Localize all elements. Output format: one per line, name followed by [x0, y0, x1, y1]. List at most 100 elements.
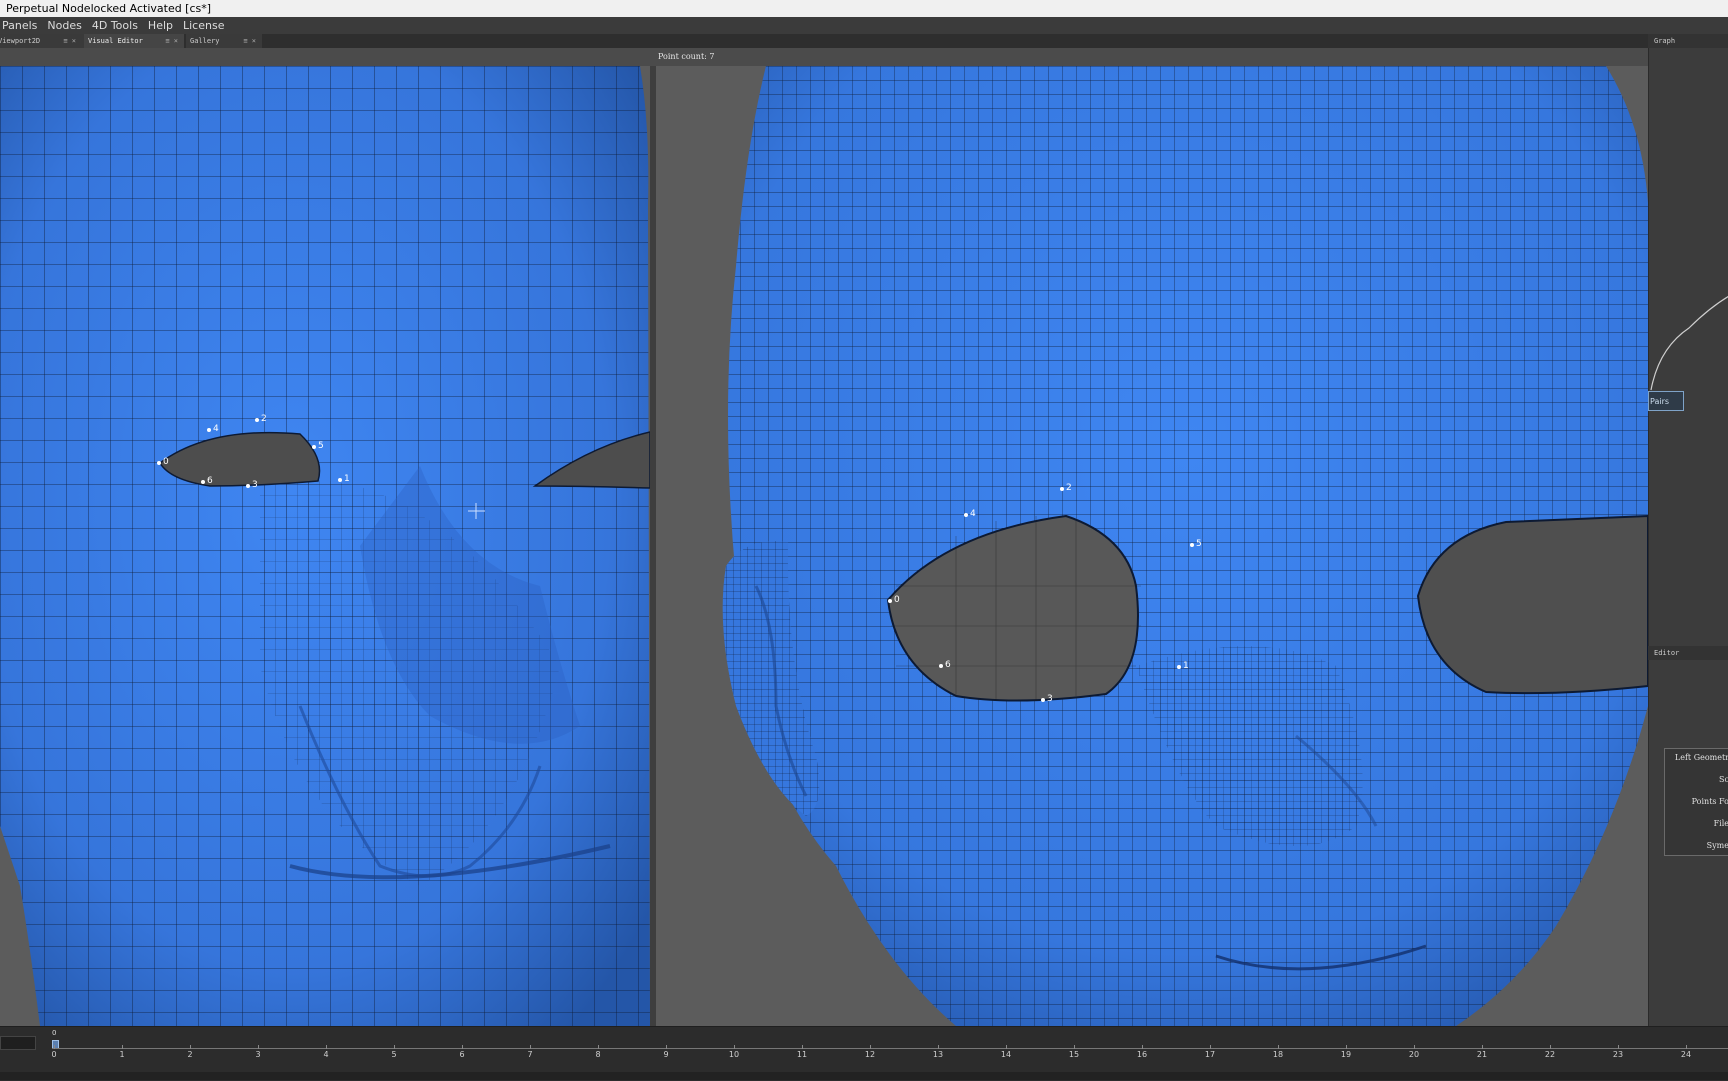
left-face-render: 0 1 2 3 4 5 6 [0, 66, 650, 1026]
landmark-1[interactable]: 1 [1183, 661, 1189, 671]
timeline-tick [1142, 1045, 1143, 1049]
timeline-tick-label: 0 [51, 1050, 57, 1059]
timeline-tick [734, 1045, 735, 1049]
timeline-tick [54, 1045, 55, 1049]
timeline-tick [870, 1045, 871, 1049]
timeline-tick [1618, 1045, 1619, 1049]
right-head-render: 0 1 2 3 4 5 6 [722, 66, 1648, 1026]
menu-license[interactable]: License [178, 17, 229, 34]
graph-panel-title: Graph [1654, 37, 1676, 45]
landmark-6[interactable]: 6 [207, 476, 213, 486]
timeline-tick-label: 3 [255, 1050, 261, 1059]
timeline-tick-label: 6 [459, 1050, 465, 1059]
landmark-4[interactable]: 4 [213, 424, 219, 434]
prop-left-geometry[interactable]: Left Geometr [1675, 753, 1728, 762]
timeline-tick-label: 18 [1272, 1050, 1284, 1059]
timeline-tick [598, 1045, 599, 1049]
tab-label: Gallery [190, 37, 220, 45]
landmark-5[interactable]: 5 [1196, 539, 1202, 549]
landmark-0[interactable]: 0 [163, 457, 169, 467]
viewport-left[interactable]: 0 1 2 3 4 5 6 [0, 66, 650, 1026]
graph-node-label: Pairs [1650, 397, 1670, 406]
frame-input[interactable] [0, 1036, 36, 1050]
timeline-tick-label: 23 [1612, 1050, 1624, 1059]
property-box: Left Geometr Sc Points Fo File Syme [1664, 748, 1728, 856]
timeline-tick [1210, 1045, 1211, 1049]
bottom-status-strip [0, 1072, 1728, 1080]
timeline-tick [394, 1045, 395, 1049]
landmark-3[interactable]: 3 [252, 480, 258, 490]
timeline-tick-label: 20 [1408, 1050, 1420, 1059]
timeline-tick-label: 19 [1340, 1050, 1352, 1059]
timeline-tick [530, 1045, 531, 1049]
graph-panel[interactable] [1648, 48, 1728, 646]
menu-help[interactable]: Help [143, 17, 178, 34]
menu-bar: Panels Nodes 4D Tools Help License [0, 17, 1728, 34]
timeline-tick-label: 13 [932, 1050, 944, 1059]
timeline-ruler [52, 1048, 1728, 1049]
menu-4d-tools[interactable]: 4D Tools [87, 17, 143, 34]
timeline-tick-label: 1 [119, 1050, 125, 1059]
landmark-2[interactable]: 2 [1066, 483, 1072, 493]
timeline-tick-label: 17 [1204, 1050, 1216, 1059]
timeline-tick-label: 8 [595, 1050, 601, 1059]
tab-viewport2d[interactable]: Viewport2D ≡ × [0, 34, 84, 48]
timeline-tick-label: 16 [1136, 1050, 1148, 1059]
current-frame-label: 0 [52, 1029, 57, 1037]
timeline-tick [326, 1045, 327, 1049]
tab-close-icon[interactable]: ≡ × [243, 34, 256, 48]
timeline-tick-label: 22 [1544, 1050, 1556, 1059]
timeline-tick [1074, 1045, 1075, 1049]
graph-node-pairs[interactable]: Pairs [1648, 391, 1684, 411]
graph-panel-header: Graph [1648, 34, 1728, 48]
landmark-4[interactable]: 4 [970, 509, 976, 519]
timeline-tick [1006, 1045, 1007, 1049]
tab-menu-icon[interactable]: ≡ × [63, 34, 76, 48]
prop-file[interactable]: File [1714, 819, 1728, 828]
tab-label: Viewport2D [0, 37, 41, 45]
prop-scale[interactable]: Sc [1719, 775, 1728, 784]
landmark-5[interactable]: 5 [318, 441, 324, 451]
timeline-tick-label: 14 [1000, 1050, 1012, 1059]
menu-panels[interactable]: Panels [0, 17, 42, 34]
tab-close-icon[interactable]: ≡ × [165, 34, 178, 48]
timeline-tick-label: 10 [728, 1050, 740, 1059]
landmark-6[interactable]: 6 [945, 660, 951, 670]
timeline-tick [1346, 1045, 1347, 1049]
landmark-2[interactable]: 2 [261, 414, 267, 424]
tab-label: Visual Editor [88, 37, 143, 45]
tab-gallery[interactable]: Gallery ≡ × [186, 34, 262, 48]
timeline-tick [122, 1045, 123, 1049]
timeline-tick [1414, 1045, 1415, 1049]
viewport-right[interactable]: 0 1 2 3 4 5 6 [656, 66, 1648, 1026]
timeline-tick [938, 1045, 939, 1049]
editor-panel-title: Editor [1654, 649, 1680, 657]
graph-connection-curve [1650, 295, 1728, 391]
timeline-tick [1686, 1045, 1687, 1049]
tab-visual-editor[interactable]: Visual Editor ≡ × [84, 34, 184, 48]
menu-nodes[interactable]: Nodes [42, 17, 86, 34]
window-title: Perpetual Nodelocked Activated [cs*] [6, 2, 212, 15]
timeline-tick [802, 1045, 803, 1049]
timeline-tick-label: 11 [796, 1050, 808, 1059]
timeline-tick-label: 21 [1476, 1050, 1488, 1059]
timeline-tick [190, 1045, 191, 1049]
timeline-tick-label: 15 [1068, 1050, 1080, 1059]
timeline-tick [1550, 1045, 1551, 1049]
landmark-1[interactable]: 1 [344, 474, 350, 484]
timeline-tick-label: 7 [527, 1050, 533, 1059]
landmark-0[interactable]: 0 [894, 595, 900, 605]
tab-bar: Viewport2D ≡ × Visual Editor ≡ × Gallery… [0, 34, 1648, 48]
timeline-tick [258, 1045, 259, 1049]
timeline-tick [1482, 1045, 1483, 1049]
prop-points-format[interactable]: Points Fo [1692, 797, 1728, 806]
editor-panel-header: Editor [1648, 646, 1728, 660]
timeline-tick-label: 9 [663, 1050, 669, 1059]
timeline-tick [1278, 1045, 1279, 1049]
timeline-tick-label: 12 [864, 1050, 876, 1059]
timeline-tick-label: 2 [187, 1050, 193, 1059]
landmark-3[interactable]: 3 [1047, 694, 1053, 704]
prop-symmetry[interactable]: Syme [1707, 841, 1728, 850]
timeline-tick-label: 5 [391, 1050, 397, 1059]
timeline-tick-label: 24 [1680, 1050, 1692, 1059]
